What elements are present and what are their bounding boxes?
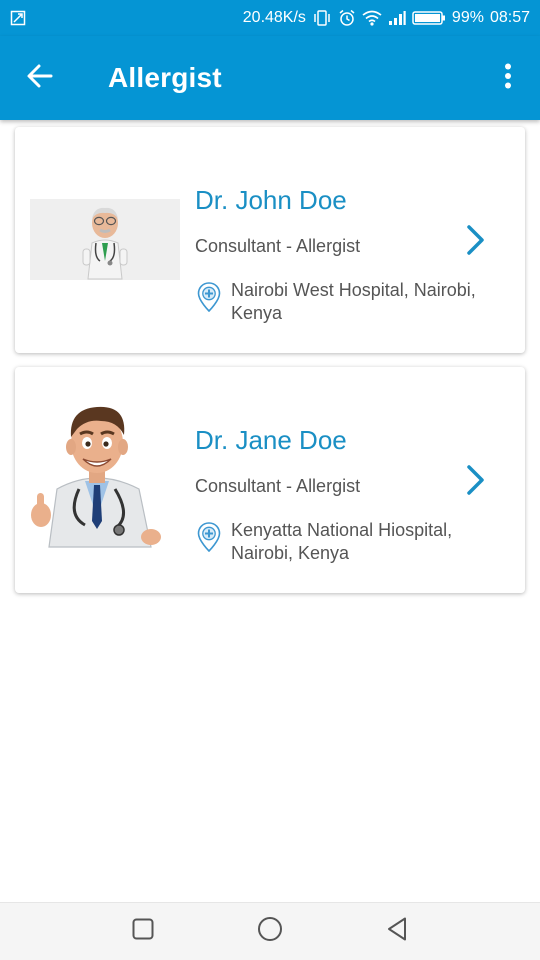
doctor-name: Dr. John Doe	[195, 185, 347, 215]
battery-icon	[412, 10, 446, 26]
page-title: Allergist	[108, 62, 222, 93]
screenshot-icon	[10, 10, 26, 26]
doctor-specialty: Consultant - Allergist	[195, 236, 361, 256]
triangle-back-icon	[385, 916, 409, 947]
doctor-specialty: Consultant - Allergist	[195, 476, 361, 496]
circle-home-icon	[257, 916, 283, 947]
hospital-location-icon	[197, 282, 221, 313]
chevron-right-icon	[462, 223, 488, 257]
arrow-left-icon	[26, 62, 54, 95]
system-nav-bar	[0, 902, 540, 960]
young-doctor-avatar	[27, 397, 167, 557]
status-bar: 20.48K/s 99% 08:57	[0, 0, 540, 36]
square-recents-icon	[131, 917, 155, 946]
more-vert-icon	[504, 63, 512, 94]
doctor-card[interactable]: Dr. Jane Doe Consultant - Allergist Keny…	[15, 367, 525, 593]
overflow-menu-button[interactable]	[490, 56, 526, 100]
doctor-card[interactable]: Dr. John Doe Consultant - Allergist Nair…	[15, 127, 525, 353]
doctor-location: Kenyatta National Hiospital, Nairobi, Ke…	[231, 520, 453, 563]
battery-level: 99%	[451, 9, 484, 26]
elderly-doctor-avatar	[30, 199, 180, 280]
hospital-location-icon	[197, 522, 221, 553]
vibrate-icon	[312, 10, 332, 26]
app-bar: Allergist	[0, 36, 540, 120]
doctor-name: Dr. Jane Doe	[195, 425, 347, 455]
alarm-icon	[338, 9, 356, 27]
back-button[interactable]	[18, 56, 62, 100]
system-back-button[interactable]	[377, 912, 417, 952]
wifi-icon	[362, 10, 382, 26]
chevron-right-icon	[462, 463, 488, 497]
signal-icon	[388, 10, 406, 26]
home-button[interactable]	[250, 912, 290, 952]
recents-button[interactable]	[123, 912, 163, 952]
network-speed: 20.48K/s	[242, 9, 306, 26]
doctor-location: Nairobi West Hospital, Nairobi, Kenya	[231, 280, 476, 323]
clock: 08:57	[489, 9, 530, 26]
